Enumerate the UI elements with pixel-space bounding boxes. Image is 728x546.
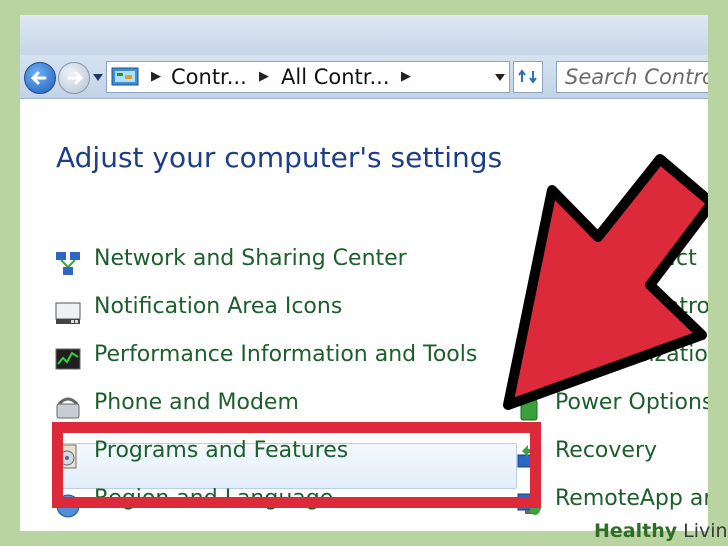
list-item-label: Performance Information and Tools <box>94 342 478 367</box>
breadcrumb-separator-icon[interactable]: ▶ <box>151 69 161 84</box>
watermark-brand: Healthy <box>594 520 678 542</box>
back-button[interactable] <box>24 62 56 94</box>
list-item-label: RemoteApp an <box>555 486 708 511</box>
recent-pages-dropdown[interactable] <box>92 73 104 83</box>
phone-modem-icon <box>56 397 80 419</box>
performance-icon <box>55 348 81 370</box>
breadcrumb-all-control-panel-items[interactable]: All Contr... <box>281 65 390 89</box>
breadcrumb-separator-icon[interactable]: ▶ <box>259 69 269 84</box>
search-input[interactable]: Search Contro <box>556 61 708 93</box>
control-panel-window: ▶ Contr... ▶ All Contr... ▶ Search Contr… <box>20 15 708 531</box>
list-item-label: Notification Area Icons <box>94 294 343 319</box>
address-dropdown-icon[interactable] <box>495 74 505 82</box>
navigation-bar: ▶ Contr... ▶ All Contr... ▶ Search Contr… <box>20 55 708 99</box>
breadcrumb-separator-icon[interactable]: ▶ <box>401 69 411 84</box>
red-arrow-pointer <box>503 154 708 410</box>
watermark-suffix: Living <box>683 520 728 542</box>
watermark: Healthy Living <box>594 520 728 542</box>
highlight-box <box>52 422 541 508</box>
list-item-label: Phone and Modem <box>94 390 299 415</box>
title-bar <box>20 15 708 55</box>
forward-arrow-icon <box>67 71 84 85</box>
list-item-label: Network and Sharing Center <box>94 246 407 271</box>
address-bar[interactable]: ▶ Contr... ▶ All Contr... ▶ <box>106 61 510 93</box>
notification-area-icon <box>55 302 81 324</box>
network-icon <box>56 252 80 275</box>
refresh-button[interactable] <box>513 61 543 93</box>
page-title: Adjust your computer's settings <box>56 141 503 174</box>
back-arrow-icon <box>30 71 47 85</box>
forward-button[interactable] <box>58 62 90 94</box>
refresh-icon <box>518 69 537 84</box>
control-panel-icon <box>111 67 139 86</box>
breadcrumb-control-panel[interactable]: Contr... <box>171 65 247 89</box>
mail-icon <box>54 205 82 233</box>
list-item-label: Mail <box>94 201 139 226</box>
